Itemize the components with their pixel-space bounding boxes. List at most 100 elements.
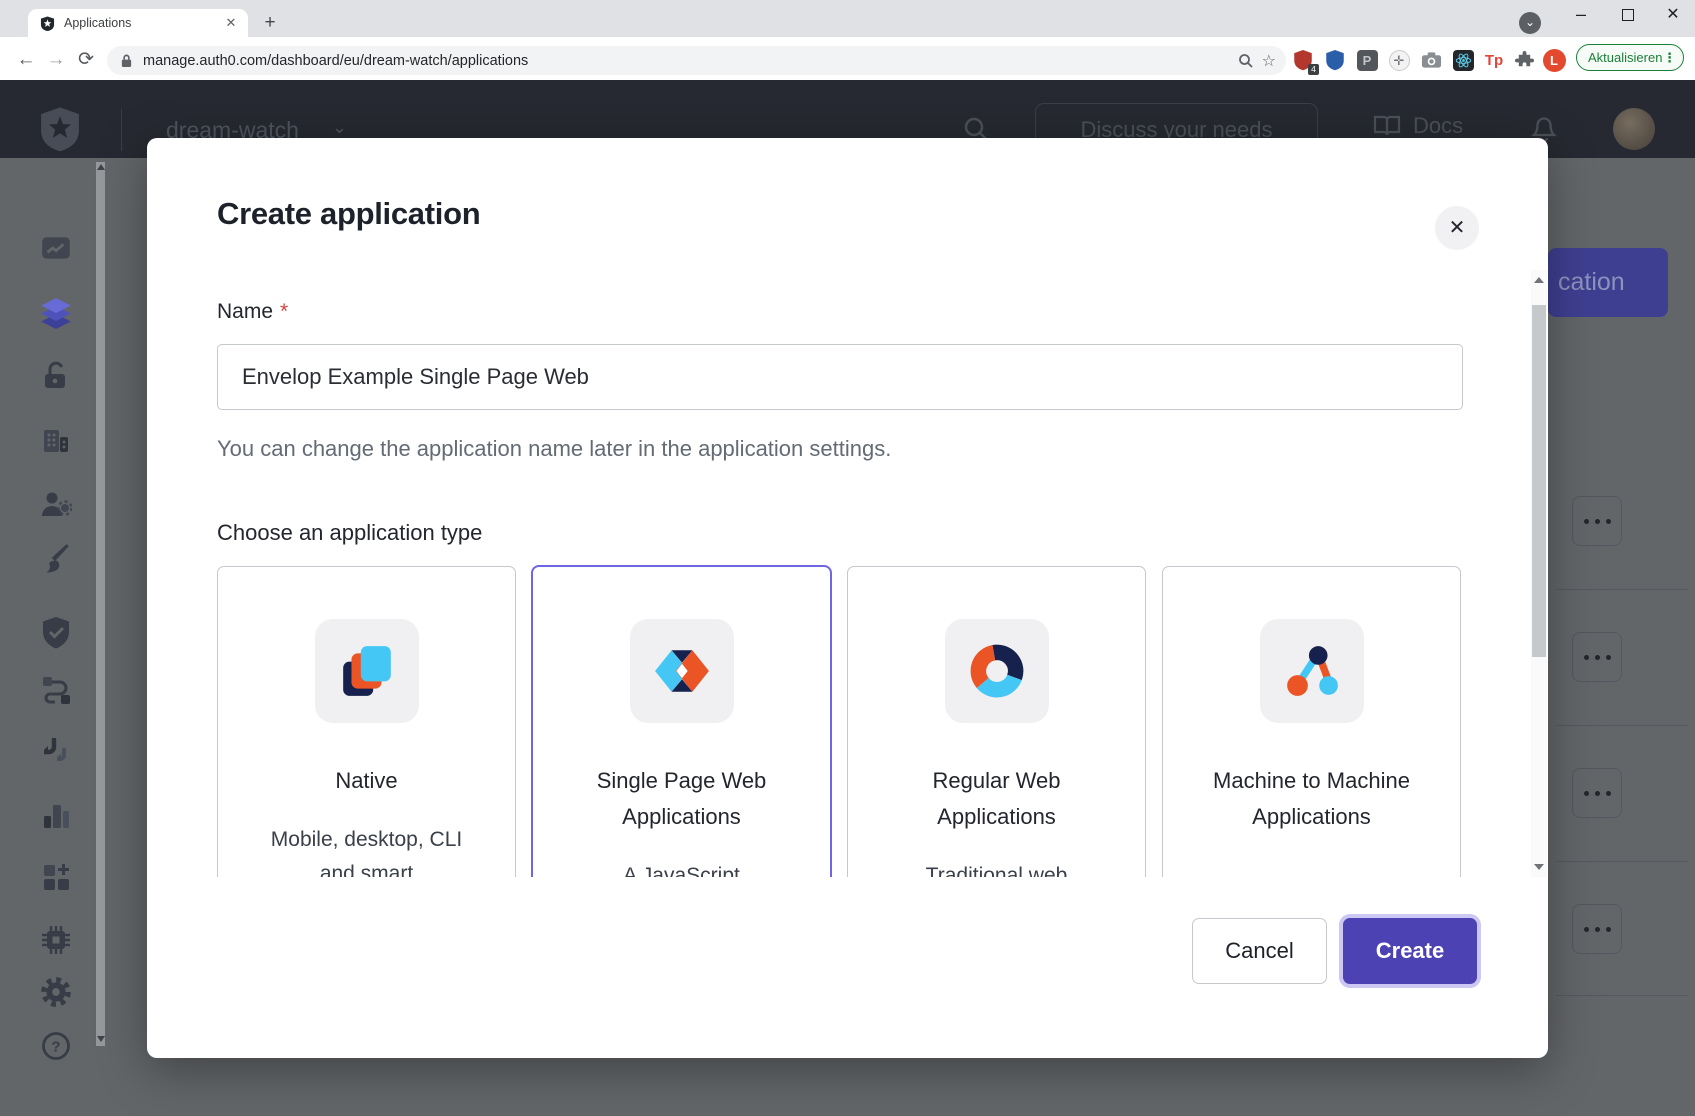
user-management-icon <box>40 488 72 520</box>
bookmark-star-icon[interactable]: ☆ <box>1262 51 1276 71</box>
card-single-page-web[interactable]: Single Page Web Applications A JavaScrip… <box>532 566 831 877</box>
screen: Applications ✕ + ⌄ – ✕ ← → ⟳ manage.auth… <box>0 0 1695 1116</box>
sidebar-scrollbar[interactable] <box>96 162 105 1046</box>
tenant-chevron-down-icon: ⌄ <box>332 117 347 138</box>
required-asterisk: * <box>280 300 288 323</box>
sidebar-item-security[interactable] <box>38 615 74 651</box>
crosshair-extension-icon[interactable]: ✛ <box>1386 47 1412 73</box>
update-button[interactable]: Aktualisieren ⋮ <box>1576 44 1684 71</box>
sidebar-item-monitoring[interactable] <box>38 797 74 833</box>
book-icon <box>1373 114 1401 138</box>
profile-avatar[interactable]: L <box>1541 47 1567 73</box>
spa-icon-tile <box>630 619 734 723</box>
scrollbar-down-icon[interactable] <box>1534 864 1544 870</box>
activity-icon <box>39 231 73 265</box>
window-close-button[interactable]: ✕ <box>1658 0 1688 30</box>
tab-close-icon[interactable]: ✕ <box>222 14 240 32</box>
scrollbar-up-icon[interactable] <box>1534 277 1544 283</box>
sidebar-item-branding[interactable] <box>38 542 74 578</box>
table-row-divider <box>1556 589 1688 590</box>
card-description: Traditional web <box>887 859 1107 877</box>
extensions-puzzle-icon[interactable] <box>1511 47 1537 73</box>
window-maximize-button[interactable] <box>1613 0 1643 30</box>
create-button[interactable]: Create <box>1343 918 1477 984</box>
security-shield-icon <box>40 616 72 650</box>
sidebar-item-marketplace[interactable] <box>38 859 74 895</box>
sidebar-item-settings[interactable] <box>38 974 74 1010</box>
forward-button[interactable]: → <box>42 46 70 74</box>
sidebar-item-organizations[interactable] <box>38 422 74 458</box>
row-actions-button[interactable] <box>1572 768 1622 818</box>
row-actions-button[interactable] <box>1572 496 1622 546</box>
update-label: Aktualisieren <box>1588 50 1662 65</box>
authentication-lock-open-icon <box>40 359 72 391</box>
table-row-divider <box>1556 995 1688 996</box>
maximize-icon <box>1622 9 1634 21</box>
card-title: Single Page Web Applications <box>577 763 787 835</box>
card-native[interactable]: Native Mobile, desktop, CLI and smart <box>217 566 516 877</box>
create-application-button-background[interactable]: cation <box>1548 248 1668 317</box>
reload-button[interactable]: ⟳ <box>72 46 100 74</box>
card-regular-web[interactable]: Regular Web Applications Traditional web <box>847 566 1146 877</box>
bitwarden-extension-icon[interactable] <box>1322 47 1348 73</box>
chrome-menu-chevron-icon[interactable]: ⌄ <box>1519 12 1541 34</box>
card-machine-to-machine[interactable]: Machine to Machine Applications <box>1162 566 1461 877</box>
back-button[interactable]: ← <box>12 46 40 74</box>
tampermonkey-tp-extension-icon[interactable]: Tp <box>1481 47 1507 73</box>
user-avatar[interactable] <box>1613 108 1655 150</box>
card-title: Machine to Machine Applications <box>1207 763 1417 835</box>
svg-text:?: ? <box>51 1039 60 1056</box>
sidebar-item-authentication[interactable] <box>38 357 74 393</box>
table-row-divider <box>1556 861 1688 862</box>
table-row-divider <box>1556 725 1688 726</box>
create-application-modal: Create application ✕ Name* You can chang… <box>147 138 1548 1058</box>
native-icon <box>338 642 396 700</box>
react-devtools-extension-icon[interactable] <box>1450 47 1476 73</box>
auth0-favicon-icon <box>40 16 55 31</box>
more-vert-icon: ⋮ <box>1663 50 1676 66</box>
url-text[interactable]: manage.auth0.com/dashboard/eu/dream-watc… <box>143 53 1238 69</box>
browser-tab[interactable]: Applications ✕ <box>28 9 248 37</box>
lock-icon <box>120 53 133 68</box>
p-extension-icon[interactable]: P <box>1354 47 1380 73</box>
browser-tab-strip <box>0 0 1695 37</box>
settings-gear-icon <box>39 975 73 1009</box>
address-bar[interactable]: manage.auth0.com/dashboard/eu/dream-watc… <box>107 46 1286 75</box>
header-divider <box>121 109 122 151</box>
modal-title: Create application <box>217 196 480 232</box>
sidebar-item-user-management[interactable] <box>38 486 74 522</box>
zoom-page-icon[interactable] <box>1238 53 1254 69</box>
window-minimize-button[interactable]: – <box>1566 0 1596 30</box>
row-actions-button[interactable] <box>1572 632 1622 682</box>
sidebar-item-help[interactable]: ? <box>38 1028 74 1064</box>
sidebar-item-actions[interactable] <box>38 671 74 707</box>
sidebar-item-applications[interactable] <box>38 295 74 331</box>
regular-web-icon <box>968 642 1026 700</box>
marketplace-icon <box>40 861 72 893</box>
modal-scrollbar[interactable] <box>1531 270 1547 877</box>
sidebar-item-extensions[interactable] <box>38 922 74 958</box>
docs-link[interactable]: Docs <box>1373 113 1463 139</box>
help-icon: ? <box>40 1030 72 1062</box>
row-actions-button[interactable] <box>1572 904 1622 954</box>
cancel-button[interactable]: Cancel <box>1192 918 1327 984</box>
sidebar-item-activity[interactable] <box>38 230 74 266</box>
application-name-input[interactable] <box>217 344 1463 410</box>
tab-title: Applications <box>64 16 222 30</box>
ublock-badge: 4 <box>1308 64 1319 75</box>
name-label: Name* <box>217 300 288 324</box>
camera-extension-icon[interactable] <box>1418 47 1444 73</box>
ublock-extension-icon[interactable]: 4 <box>1290 47 1316 73</box>
m2m-icon-tile <box>1260 619 1364 723</box>
new-tab-button[interactable]: + <box>258 12 282 36</box>
branding-brush-icon <box>39 543 73 577</box>
scroll-up-icon[interactable] <box>97 164 105 170</box>
card-description: A JavaScript <box>572 859 792 877</box>
scroll-down-icon[interactable] <box>97 1036 105 1042</box>
application-type-cards: Native Mobile, desktop, CLI and smart <box>217 566 1463 877</box>
scrollbar-thumb[interactable] <box>1532 305 1546 657</box>
sidebar-item-auth-pipeline[interactable] <box>38 734 74 770</box>
modal-close-button[interactable]: ✕ <box>1435 206 1479 250</box>
card-title: Regular Web Applications <box>892 763 1102 835</box>
modal-scroll-area: Name* You can change the application nam… <box>147 270 1531 877</box>
